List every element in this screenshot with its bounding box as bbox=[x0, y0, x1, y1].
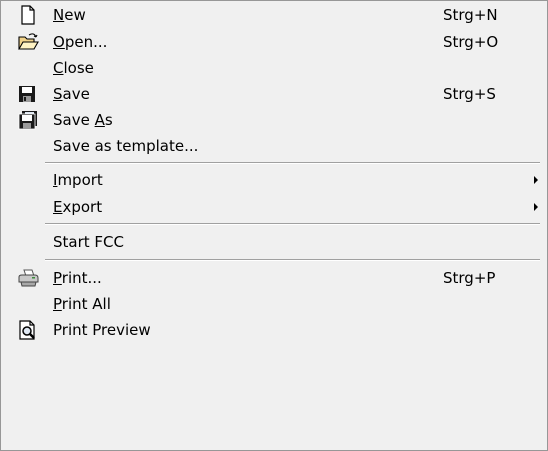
open-shortcut: Strg+O bbox=[443, 33, 499, 51]
file-menu: New Strg+N Open... Strg+O Close Save Str… bbox=[0, 0, 548, 451]
menu-item-start-fcc[interactable]: Start FCC bbox=[1, 229, 547, 255]
import-label: Import bbox=[53, 171, 103, 189]
start-fcc-label: Start FCC bbox=[53, 233, 124, 251]
save-shortcut: Strg+S bbox=[443, 85, 496, 103]
save-label: Save bbox=[53, 85, 90, 103]
print-all-label: Print All bbox=[53, 295, 111, 313]
submenu-arrow-icon bbox=[534, 203, 538, 211]
menu-item-open[interactable]: Open... Strg+O bbox=[1, 29, 547, 55]
menu-item-print[interactable]: Print... Strg+P bbox=[1, 265, 547, 291]
save-as-label: Save As bbox=[53, 111, 113, 129]
save-as-template-label: Save as template... bbox=[53, 137, 199, 155]
open-folder-icon bbox=[17, 32, 39, 52]
menu-item-print-preview[interactable]: Print Preview bbox=[1, 317, 547, 343]
menu-item-import[interactable]: Import bbox=[1, 167, 547, 193]
print-preview-label: Print Preview bbox=[53, 321, 151, 339]
close-label: Close bbox=[53, 59, 94, 77]
menu-separator bbox=[45, 259, 540, 261]
menu-item-print-all[interactable]: Print All bbox=[1, 291, 547, 317]
print-label: Print... bbox=[53, 269, 102, 287]
open-label: Open... bbox=[53, 33, 108, 51]
menu-item-close[interactable]: Close bbox=[1, 55, 547, 81]
menu-separator bbox=[45, 223, 540, 225]
menu-item-save-as[interactable]: Save As bbox=[1, 107, 547, 133]
printer-icon bbox=[17, 268, 39, 288]
menu-separator bbox=[45, 162, 540, 164]
new-label: New bbox=[53, 6, 86, 24]
floppy-disk-icon bbox=[17, 84, 39, 104]
print-preview-icon bbox=[17, 320, 39, 340]
menu-item-save-as-template[interactable]: Save as template... bbox=[1, 133, 547, 159]
new-document-icon bbox=[17, 5, 39, 25]
menu-item-new[interactable]: New Strg+N bbox=[1, 2, 547, 28]
export-label: Export bbox=[53, 198, 103, 216]
print-shortcut: Strg+P bbox=[443, 269, 496, 287]
submenu-arrow-icon bbox=[534, 176, 538, 184]
save-as-icon bbox=[17, 110, 39, 130]
menu-item-export[interactable]: Export bbox=[1, 194, 547, 220]
menu-item-save[interactable]: Save Strg+S bbox=[1, 81, 547, 107]
new-shortcut: Strg+N bbox=[443, 6, 498, 24]
